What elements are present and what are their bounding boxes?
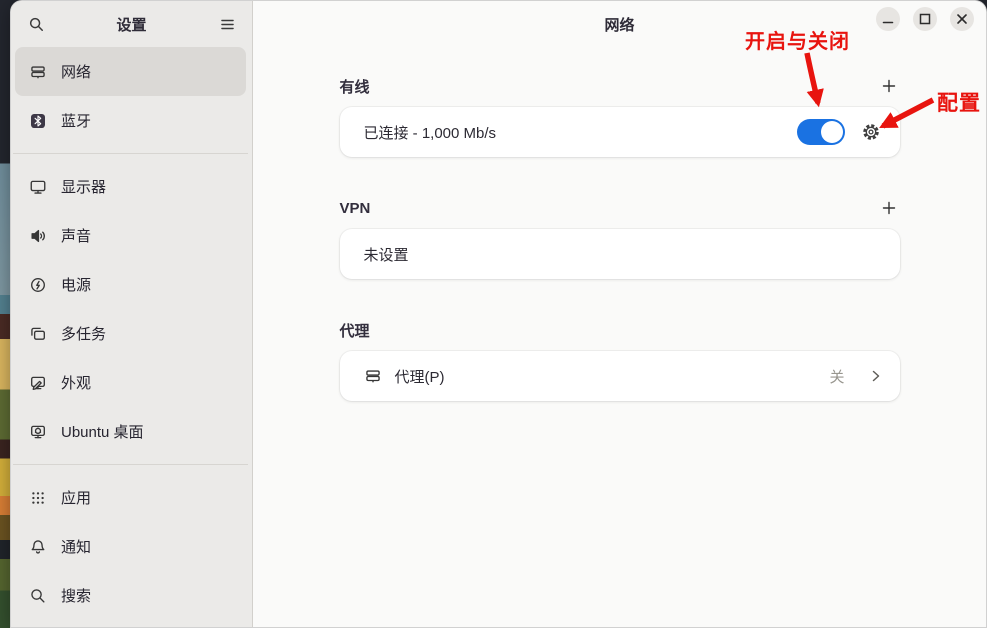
wired-connection-row[interactable]: 已连接 - 1,000 Mb/s	[340, 107, 900, 157]
menu-icon	[219, 16, 236, 33]
sidebar-item-ubuntu-desktop[interactable]: Ubuntu 桌面	[15, 407, 246, 456]
wired-card: 已连接 - 1,000 Mb/s	[340, 107, 900, 157]
proxy-state-value: 关	[829, 366, 844, 387]
sidebar-item-label: 多任务	[61, 323, 106, 344]
chevron-right-icon	[868, 368, 884, 384]
search-icon	[29, 587, 47, 605]
search-button[interactable]	[21, 9, 51, 39]
sidebar-item-displays[interactable]: 显示器	[15, 162, 246, 211]
sidebar-item-label: 网络	[61, 61, 91, 82]
bluetooth-icon	[29, 112, 47, 130]
appearance-icon	[29, 374, 47, 392]
power-icon	[29, 276, 47, 294]
sidebar-item-label: 蓝牙	[61, 110, 91, 131]
sidebar-nav: 网络 蓝牙	[11, 47, 252, 620]
sidebar-item-label: 通知	[61, 536, 91, 557]
sidebar-header: 设置	[11, 1, 252, 47]
sidebar-item-label: 外观	[61, 372, 91, 393]
wired-toggle-switch[interactable]	[797, 119, 845, 145]
display-icon	[29, 178, 47, 196]
ubuntu-desktop-icon	[29, 423, 47, 441]
add-vpn-button[interactable]	[874, 193, 904, 223]
sidebar: 设置 网络	[11, 1, 253, 627]
sidebar-item-network[interactable]: 网络	[15, 47, 246, 96]
minimize-button[interactable]	[876, 7, 900, 31]
sidebar-item-search[interactable]: 搜索	[15, 571, 246, 620]
vpn-card: 未设置	[340, 229, 900, 279]
toggle-knob	[821, 121, 843, 143]
vpn-status-text: 未设置	[364, 244, 409, 265]
bell-icon	[29, 538, 47, 556]
speaker-icon	[29, 227, 47, 245]
search-icon	[28, 16, 45, 33]
close-icon	[950, 7, 974, 31]
settings-window: 设置 网络	[10, 0, 987, 628]
main-menu-button[interactable]	[212, 9, 242, 39]
proxy-section-title: 代理	[340, 320, 370, 341]
sidebar-item-multitasking[interactable]: 多任务	[15, 309, 246, 358]
add-wired-connection-button[interactable]	[874, 71, 904, 101]
sidebar-item-apps[interactable]: 应用	[15, 473, 246, 522]
plus-icon	[881, 200, 897, 216]
proxy-label: 代理(P)	[395, 366, 445, 387]
sidebar-item-label: 声音	[61, 225, 91, 246]
plus-icon	[881, 78, 897, 94]
sidebar-item-label: 应用	[61, 487, 91, 508]
maximize-icon	[913, 7, 937, 31]
sidebar-item-label: 显示器	[61, 176, 106, 197]
close-button[interactable]	[950, 7, 974, 31]
network-panel: 有线 已连接 - 1,000 Mb/s	[253, 47, 986, 627]
vpn-section-title: VPN	[340, 200, 371, 217]
sidebar-item-sound[interactable]: 声音	[15, 211, 246, 260]
sidebar-item-bluetooth[interactable]: 蓝牙	[15, 96, 246, 145]
window-controls	[876, 7, 974, 31]
sidebar-item-power[interactable]: 电源	[15, 260, 246, 309]
sidebar-item-label: Ubuntu 桌面	[61, 421, 144, 442]
wired-section: 有线 已连接 - 1,000 Mb/s	[340, 71, 900, 157]
content-headerbar: 网络	[253, 1, 986, 47]
network-proxy-icon	[364, 367, 382, 385]
minimize-icon	[876, 7, 900, 31]
sidebar-title: 设置	[55, 14, 208, 35]
proxy-card: 代理(P) 关	[340, 351, 900, 401]
proxy-row[interactable]: 代理(P) 关	[340, 351, 900, 401]
page-title: 网络	[604, 14, 634, 35]
vpn-section: VPN 未设置	[340, 193, 900, 279]
sidebar-item-label: 电源	[61, 274, 91, 295]
sidebar-item-label: 搜索	[61, 585, 91, 606]
wired-section-title: 有线	[340, 76, 370, 97]
sidebar-item-appearance[interactable]: 外观	[15, 358, 246, 407]
apps-grid-icon	[29, 489, 47, 507]
vpn-empty-row: 未设置	[340, 229, 900, 279]
sidebar-separator	[13, 464, 248, 465]
network-wired-icon	[29, 63, 47, 81]
wired-options-gear-icon[interactable]	[858, 119, 884, 145]
sidebar-item-notifications[interactable]: 通知	[15, 522, 246, 571]
content-pane: 网络	[253, 1, 986, 627]
sidebar-separator	[13, 153, 248, 154]
wired-status-text: 已连接 - 1,000 Mb/s	[364, 122, 497, 143]
multitasking-icon	[29, 325, 47, 343]
proxy-section: 代理 代理(P)	[340, 315, 900, 401]
maximize-button[interactable]	[913, 7, 937, 31]
